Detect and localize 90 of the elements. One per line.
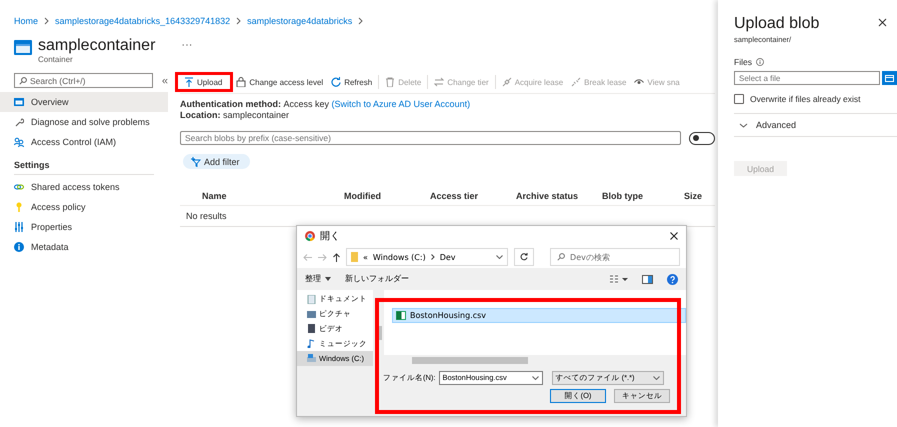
filter-icon — [190, 156, 201, 166]
chevron-down-icon — [652, 376, 660, 380]
picture-icon — [307, 310, 316, 319]
panel-title: Upload blob — [734, 14, 820, 34]
sidebar-item[interactable]: Access Control (IAM) — [0, 132, 168, 152]
collapse-button[interactable]: « — [162, 74, 168, 86]
swap-icon — [434, 77, 444, 87]
sidebar-item[interactable]: Diagnose and solve problems — [0, 112, 168, 132]
overview-icon — [14, 97, 24, 107]
chrome-icon — [305, 231, 315, 241]
column-header: Blob type — [602, 190, 644, 200]
sidebar-item[interactable]: Shared access tokens — [0, 177, 168, 197]
add-filter-button[interactable]: Add filter — [183, 154, 250, 169]
toolbar-button[interactable]: Change access level — [232, 73, 328, 91]
sidebar-item[interactable]: Metadata — [0, 237, 168, 257]
link-icon — [14, 182, 24, 192]
switch-account-link[interactable]: (Switch to Azure AD User Account) — [332, 99, 470, 109]
breadcrumb-link[interactable]: samplestorage4databricks_1643329741832 — [55, 16, 230, 26]
document-icon — [307, 294, 316, 304]
chevron-right-icon — [430, 254, 435, 260]
section-heading: Settings — [14, 160, 50, 170]
music-note-icon — [307, 339, 316, 348]
upload-icon — [184, 77, 194, 87]
help-icon — [667, 274, 678, 284]
empty-message: No results — [186, 211, 227, 221]
broken-chain-icon — [571, 77, 582, 87]
column-header: Archive status — [516, 190, 580, 200]
close-icon — [878, 18, 887, 27]
view-options-icon — [610, 275, 628, 283]
breadcrumb-link[interactable]: Home — [14, 16, 38, 26]
sidebar-item[interactable]: Access policy — [0, 197, 168, 217]
info-icon — [14, 242, 24, 252]
organize-menu[interactable]: 整理 — [305, 274, 331, 284]
file-item[interactable]: BostonHousing.csv — [392, 308, 686, 323]
column-header: Name — [202, 190, 228, 200]
chain-icon — [502, 77, 512, 87]
chevron-right-icon — [236, 17, 242, 25]
search-icon — [557, 253, 566, 261]
lock-icon — [236, 77, 246, 87]
sidebar-item[interactable]: Properties — [0, 217, 168, 237]
sliders-icon — [14, 222, 24, 232]
drive-icon — [307, 354, 316, 364]
toolbar-button[interactable]: Refresh — [327, 73, 376, 91]
blob-search-field[interactable]: Search blobs by prefix (case-sensitive) — [180, 131, 681, 145]
field-label: Files — [734, 57, 752, 67]
caret-down-icon — [325, 277, 331, 281]
search-icon — [19, 76, 27, 84]
browse-button[interactable] — [882, 71, 897, 85]
close-button[interactable] — [878, 18, 887, 27]
chevron-right-icon — [358, 17, 364, 25]
page-subtitle: Container — [38, 55, 74, 64]
dialog-title: 開く — [320, 230, 340, 243]
search-field[interactable]: Search (Ctrl+/) — [14, 73, 153, 88]
page-title: samplecontainer — [38, 37, 156, 55]
checkbox[interactable] — [734, 94, 744, 104]
refresh-icon — [520, 253, 528, 261]
breadcrumb-link[interactable]: samplestorage4databricks — [247, 16, 352, 26]
forward-arrow-icon — [318, 254, 327, 260]
advanced-section-header[interactable]: Advanced — [734, 113, 897, 137]
new-folder-button[interactable]: 新しいフォルダー — [345, 274, 409, 284]
back-arrow-icon — [303, 254, 312, 260]
preview-pane-icon — [642, 274, 653, 284]
toggle-switch[interactable] — [689, 132, 715, 144]
checkbox-label: Overwrite if files already exist — [750, 94, 861, 104]
people-icon — [14, 137, 24, 147]
spreadsheet-icon — [396, 311, 406, 320]
eye-icon — [634, 77, 644, 87]
trash-icon — [385, 77, 396, 87]
chevron-down-icon — [532, 376, 538, 380]
up-arrow-icon — [333, 252, 340, 262]
wrench-icon — [14, 117, 24, 127]
sidebar-item[interactable]: Overview — [0, 92, 168, 112]
close-icon — [670, 232, 678, 240]
column-header: Modified — [344, 190, 382, 200]
location-text: Location: samplecontainer — [180, 110, 290, 121]
chevron-down-icon — [496, 255, 504, 259]
key-icon — [14, 202, 24, 212]
refresh-icon — [331, 77, 342, 87]
container-icon — [14, 40, 32, 55]
file-input-field[interactable]: Select a file — [734, 71, 880, 85]
search-field[interactable]: Devの検索 — [550, 248, 680, 266]
toolbar-button[interactable]: Upload — [176, 73, 232, 91]
auth-method-text: Authentication method: Access key (Switch to Azure AD User Account) — [180, 99, 472, 110]
more-button[interactable]: ··· — [181, 39, 192, 71]
info-icon — [756, 58, 764, 66]
refresh-button[interactable] — [514, 248, 534, 266]
chevron-right-icon — [44, 17, 50, 25]
address-bar[interactable]: « Windows (C:) Dev — [346, 248, 508, 266]
column-header: Size — [684, 190, 704, 200]
column-header: Access tier — [430, 190, 480, 200]
